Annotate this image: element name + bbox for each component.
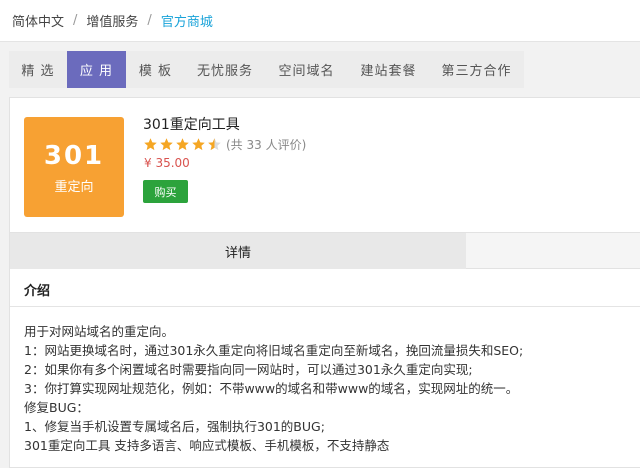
tab-domains[interactable]: 空间域名 [265, 51, 348, 88]
rating-stars: (共 33 人评价) [143, 136, 306, 153]
tab-packages[interactable]: 建站套餐 [348, 51, 429, 88]
tab-featured[interactable]: 精 选 [9, 51, 67, 88]
rating-count: (共 33 人评价) [226, 138, 307, 152]
star-icon [160, 138, 173, 151]
description-line: 修复BUG： [24, 400, 89, 415]
tab-apps[interactable]: 应 用 [67, 51, 126, 88]
detail-tab-bar: 详情 [10, 232, 640, 269]
logo-number: 301 [43, 140, 105, 171]
description-line: 301重定向工具 支持多语言、响应式模板、手机模板，不支持静态 [24, 438, 390, 453]
description-line: 2：如果你有多个闲置域名时需要指向同一网站时，可以通过301永久重定向实现; [24, 362, 473, 377]
product-price: ¥ 35.00 [144, 156, 190, 170]
product-panel: 301 重定向 301重定向工具 (共 33 人评价) ¥ 35.00 购买 详… [9, 97, 640, 468]
star-icon [144, 138, 157, 151]
description-line: 3：你打算实现网址规范化，例如：不带www的域名和带www的域名，实现网址的统一… [24, 381, 519, 396]
description-line: 用于对网站域名的重定向。 [24, 324, 175, 339]
section-title: 介绍 [24, 284, 51, 299]
breadcrumb: 简体中文 / 增值服务 / 官方商城 [0, 0, 640, 42]
breadcrumb-item-language[interactable]: 简体中文 [12, 11, 64, 30]
section-divider [10, 306, 640, 307]
breadcrumb-item-store[interactable]: 官方商城 [161, 11, 213, 30]
description-line: 1、修复当手机设置专属域名后，强制执行301的BUG; [24, 419, 325, 434]
half-star-icon [208, 138, 221, 151]
tab-details[interactable]: 详情 [10, 233, 466, 269]
category-tabs: 精 选 应 用 模 板 无忧服务 空间域名 建站套餐 第三方合作 [9, 51, 524, 88]
product-logo: 301 重定向 [24, 117, 124, 217]
logo-text: 重定向 [54, 179, 94, 195]
star-icon [176, 138, 189, 151]
tab-services[interactable]: 无忧服务 [185, 51, 265, 88]
product-description: 用于对网站域名的重定向。 1：网站更换域名时，通过301永久重定向将旧域名重定向… [24, 322, 636, 455]
star-icon [192, 138, 205, 151]
product-title: 301重定向工具 [143, 117, 240, 133]
tab-third-party[interactable]: 第三方合作 [429, 51, 524, 88]
description-line: 1：网站更换域名时，通过301永久重定向将旧域名重定向至新域名，挽回流量损失和S… [24, 343, 524, 358]
breadcrumb-separator: / [147, 13, 152, 28]
buy-button[interactable]: 购买 [143, 180, 188, 203]
tab-templates[interactable]: 模 板 [126, 51, 185, 88]
breadcrumb-separator: / [73, 13, 78, 28]
breadcrumb-item-services[interactable]: 增值服务 [86, 11, 138, 30]
